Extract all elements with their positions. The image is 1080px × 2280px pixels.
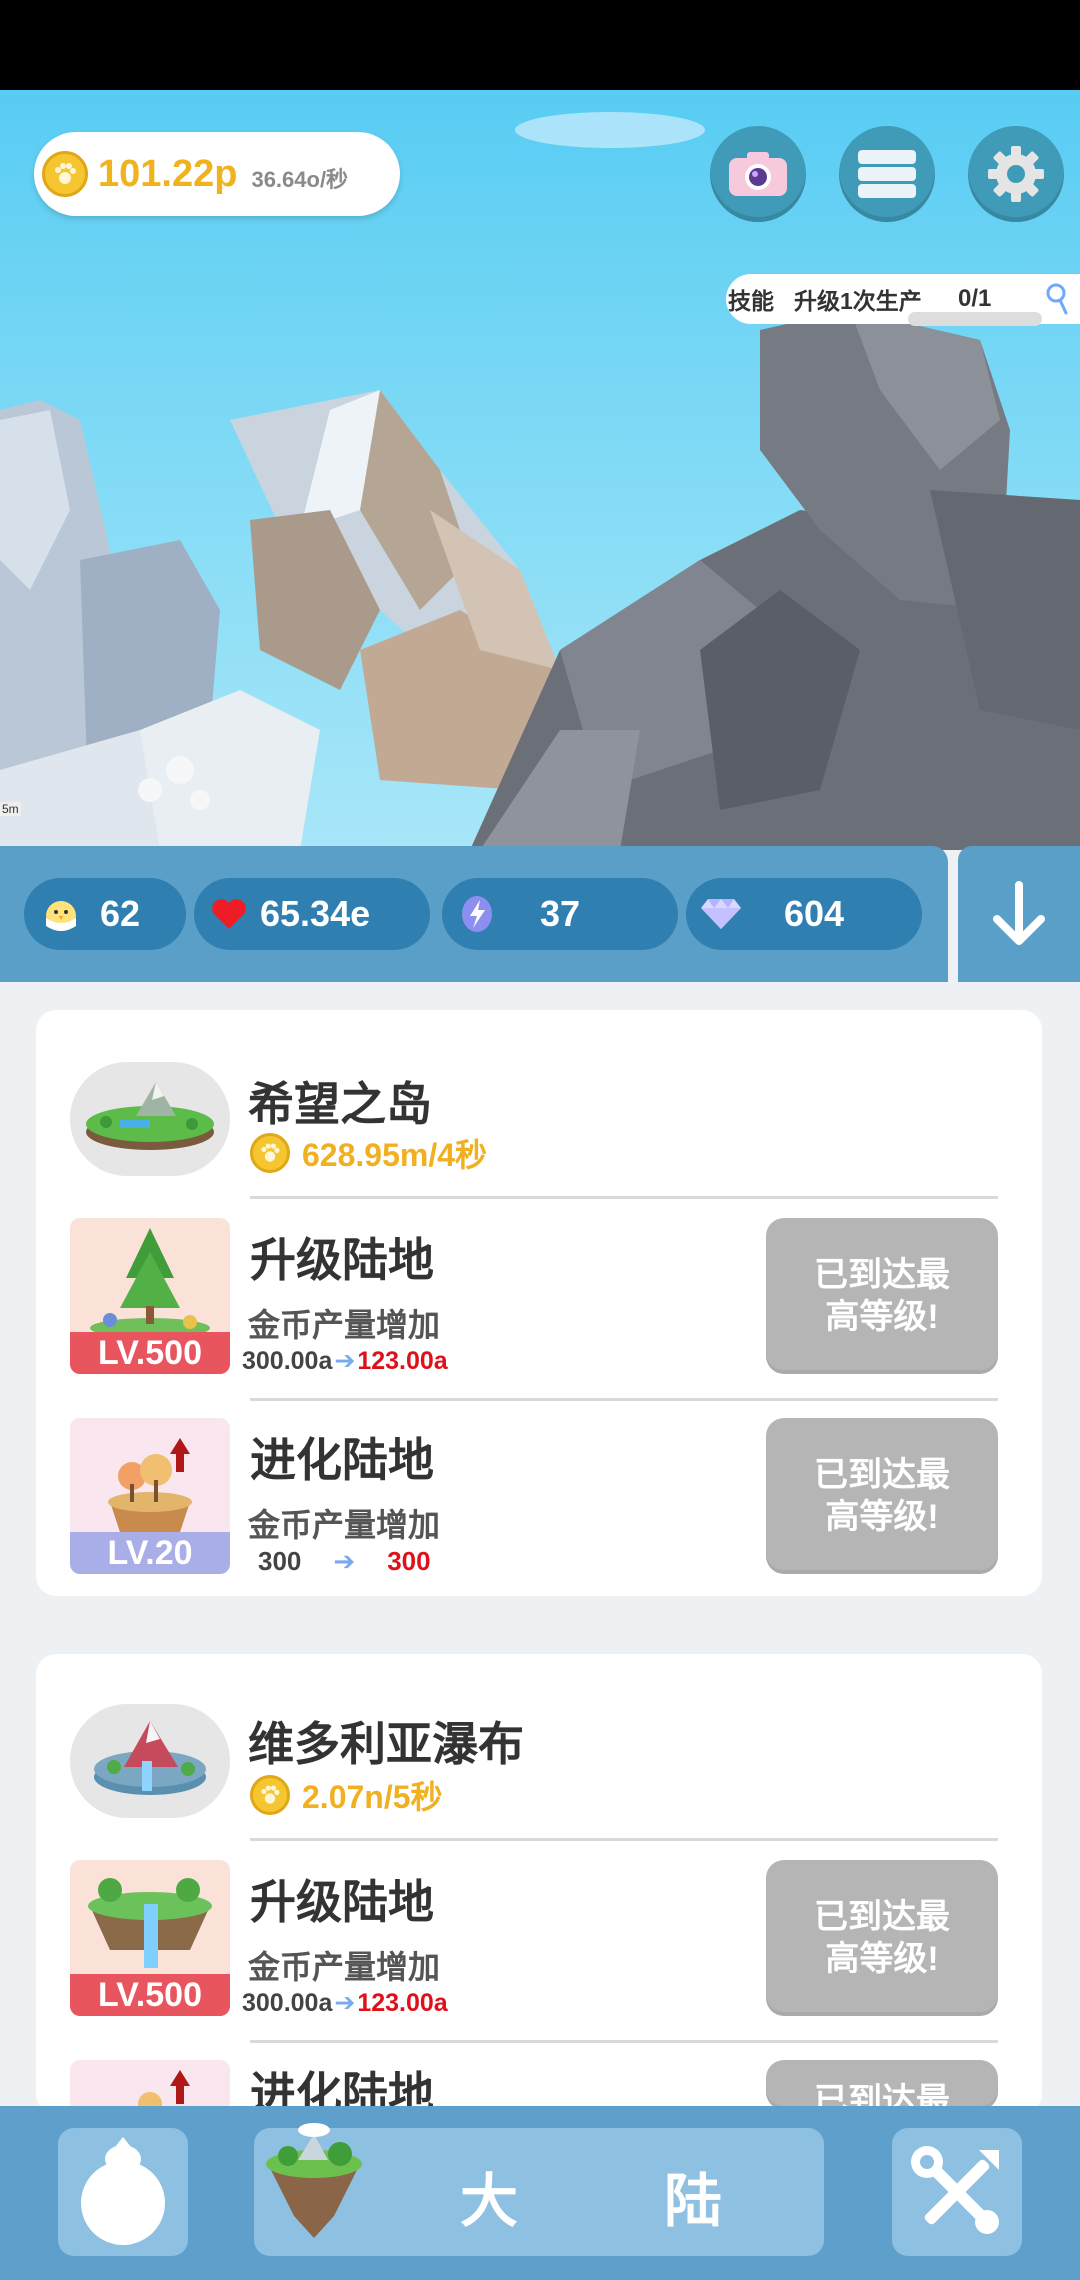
upgrade-title: 升级陆地 <box>250 1234 434 1286</box>
arrow-right-icon: ➔ <box>334 1989 356 2017</box>
paw-coin-icon <box>42 151 88 197</box>
wrench-screwdriver-icon <box>911 2146 999 2234</box>
land-rate-value: 628.95m/4秒 <box>302 1137 488 1173</box>
gear-icon <box>988 146 1044 202</box>
upgrade-description: 金币产量增加 <box>248 1307 441 1343</box>
value-to: 123.00a <box>357 1988 448 2017</box>
collapse-panel-button[interactable] <box>958 846 1080 982</box>
chick-stat: 62 <box>24 878 186 950</box>
level-badge: LV.20 <box>70 1532 230 1574</box>
divider <box>250 2040 998 2043</box>
scene-distance-label: 5m <box>0 802 21 816</box>
quest-category: 技能 <box>728 288 774 314</box>
evolve-land-thumbnail: LV.20 <box>70 1418 230 1574</box>
upgrade-description: 金币产量增加 <box>248 1949 441 1985</box>
max-level-button[interactable]: 已到达最 高等级! <box>766 1418 998 1574</box>
victoria-falls-thumbnail[interactable] <box>70 1704 230 1818</box>
arrow-right-icon: ➔ <box>333 1546 356 1576</box>
camera-icon <box>729 152 787 196</box>
upgrade-title: 升级陆地 <box>250 1876 434 1928</box>
arrow-right-icon: ➔ <box>334 1347 356 1375</box>
upgrade-values: 300.00a ➔ 123.00a <box>242 1988 448 2018</box>
quest-progress-bar <box>908 312 1042 326</box>
heart-count: 65.34e <box>260 893 371 934</box>
land-rate: 628.95m/4秒 <box>250 1130 487 1176</box>
chick-count: 62 <box>100 893 141 934</box>
heart-stat: 65.34e <box>194 878 430 950</box>
evolve-values: 300 ➔ 300 <box>242 1546 431 1577</box>
paw-coin-icon <box>250 1775 290 1815</box>
lightning-icon <box>452 889 502 939</box>
max-level-button[interactable]: 已到达最 高等级! <box>766 1860 998 2016</box>
land-rate-value: 2.07n/5秒 <box>302 1779 443 1815</box>
status-bar <box>0 0 1080 90</box>
search-icon <box>1046 283 1068 315</box>
level-badge: LV.500 <box>70 1332 230 1374</box>
evolve-description: 金币产量增加 <box>248 1507 441 1543</box>
value-from: 300.00a <box>242 1346 333 1375</box>
upgrade-land-thumbnail: LV.500 <box>70 1218 230 1374</box>
quest-progress: 0/1 <box>958 285 992 312</box>
coin-rate: 36.64o/秒 <box>251 167 349 192</box>
land-rate: 2.07n/5秒 <box>250 1772 443 1818</box>
arrow-down-icon <box>993 881 1045 945</box>
diamond-icon <box>696 889 746 939</box>
nav-tools-button[interactable] <box>892 2128 1022 2256</box>
chick-icon <box>36 889 86 939</box>
value-from: 300.00a <box>242 1988 333 2017</box>
value-to: 300 <box>387 1546 431 1576</box>
value-from: 300 <box>258 1546 302 1576</box>
upgrade-values: 300.00a ➔ 123.00a <box>242 1346 448 1376</box>
diamond-stat: 604 <box>686 878 922 950</box>
energy-count: 37 <box>540 893 581 934</box>
quest-text: 升级1次生产 <box>794 288 922 314</box>
land-name: 希望之岛 <box>248 1078 432 1130</box>
settings-button[interactable] <box>968 126 1064 222</box>
evolve-title: 进化陆地 <box>250 1434 434 1486</box>
upgrade-land-thumbnail: LV.500 <box>70 1860 230 2016</box>
level-badge: LV.500 <box>70 1974 230 2016</box>
diamond-count: 604 <box>784 893 845 934</box>
heart-icon <box>204 889 254 939</box>
paw-coin-icon <box>250 1133 290 1173</box>
hope-island-thumbnail[interactable] <box>70 1062 230 1176</box>
divider <box>250 1838 998 1841</box>
coin-balance-pill: 101.22p 36.64o/秒 <box>34 132 400 216</box>
divider <box>250 1398 998 1401</box>
nav-continent-label-1: 大 <box>460 2169 519 2234</box>
floating-island-icon <box>266 2123 362 2238</box>
energy-stat: 37 <box>442 878 678 950</box>
resource-stats-bar: 62 65.34e 37 604 <box>0 846 948 982</box>
nav-chick-button[interactable] <box>58 2128 188 2256</box>
value-to: 123.00a <box>357 1346 448 1375</box>
nav-continent-label-2: 陆 <box>664 2169 723 2234</box>
max-level-button[interactable]: 已到达最 高等级! <box>766 1218 998 1374</box>
chick-silhouette-icon <box>81 2137 165 2245</box>
land-card-hope-island: 希望之岛 628.95m/4秒 LV.500 升级陆地 金币产量增加 300.0… <box>36 1010 1042 1596</box>
bottom-navigation: 大 陆 <box>0 2106 1080 2280</box>
divider <box>250 1196 998 1199</box>
menu-button[interactable] <box>839 126 935 222</box>
nav-continent-button[interactable]: 大 陆 <box>254 2123 824 2256</box>
camera-button[interactable] <box>710 126 806 222</box>
list-menu-icon <box>858 150 916 198</box>
land-name: 维多利亚瀑布 <box>248 1718 524 1770</box>
coin-value: 101.22p <box>98 152 238 195</box>
land-card-victoria-falls: 维多利亚瀑布 2.07n/5秒 LV.500 升级陆地 金币产量增加 300.0… <box>36 1654 1042 2216</box>
max-level-button[interactable]: 已到达最 <box>766 2060 998 2110</box>
